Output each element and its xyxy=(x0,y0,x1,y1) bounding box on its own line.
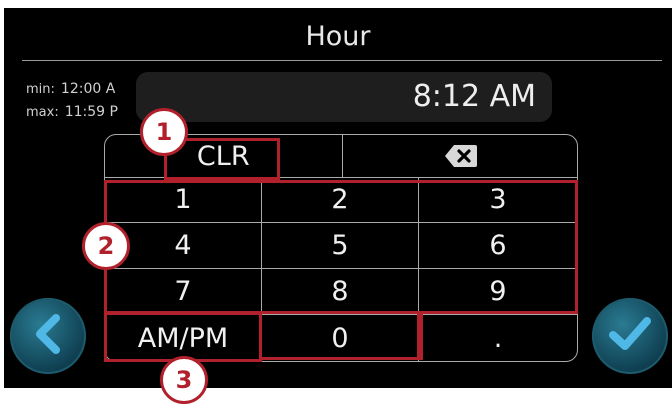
highlight-zero xyxy=(262,314,420,360)
backspace-button[interactable] xyxy=(341,135,578,177)
max-label: max: xyxy=(26,105,59,120)
min-value: 12:00 A xyxy=(60,81,116,97)
max-value: 11:59 P xyxy=(64,104,118,120)
max-limit: max: 11:59 P xyxy=(26,101,118,124)
highlight-am-pm xyxy=(104,312,262,362)
min-label: min: xyxy=(26,82,55,97)
back-button[interactable] xyxy=(10,298,86,374)
confirm-button[interactable] xyxy=(592,298,668,374)
chevron-left-icon xyxy=(30,314,66,358)
callout-3: 3 xyxy=(160,356,208,404)
backspace-icon xyxy=(444,143,478,169)
min-limit: min: 12:00 A xyxy=(26,78,118,101)
highlight-digits xyxy=(104,180,578,314)
display-value: 8:12 AM xyxy=(412,79,536,114)
highlight-bottom-row xyxy=(420,312,578,360)
checkmark-icon xyxy=(608,315,652,357)
title-divider xyxy=(22,60,662,61)
callout-1: 1 xyxy=(140,108,188,156)
limits-panel: min: 12:00 A max: 11:59 P xyxy=(26,78,118,124)
value-display[interactable]: 8:12 AM xyxy=(136,72,552,122)
callout-2: 2 xyxy=(82,222,130,270)
page-title: Hour xyxy=(305,21,371,52)
